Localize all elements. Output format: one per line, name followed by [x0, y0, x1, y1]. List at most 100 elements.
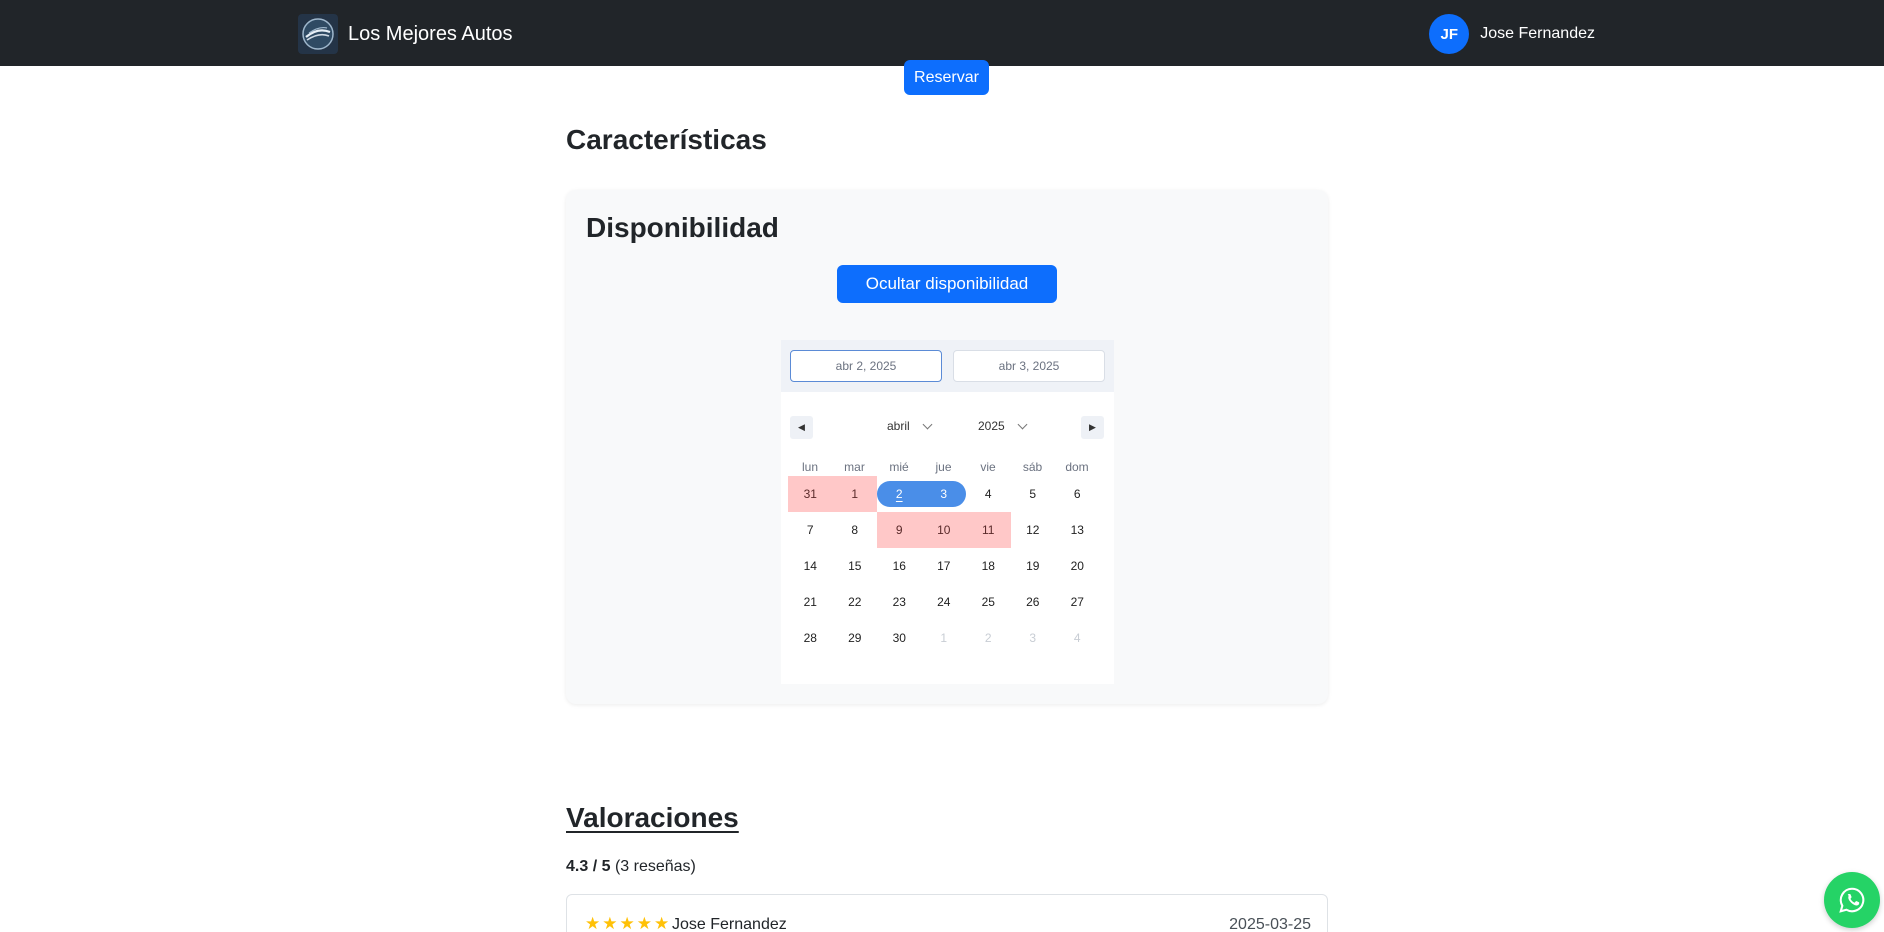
calendar-day[interactable]: 9	[877, 512, 922, 548]
calendar-day-number: 21	[803, 595, 817, 609]
calendar-day[interactable]: 28	[788, 620, 833, 656]
calendar-day-number: 22	[848, 595, 862, 609]
chevron-down-icon	[922, 419, 933, 429]
star-icon: ★	[636, 914, 652, 932]
calendar-day[interactable]: 1	[832, 476, 877, 512]
month-select[interactable]: abril	[887, 419, 933, 433]
calendar-day[interactable]: 26	[1011, 584, 1056, 620]
calendar-day: 4	[1055, 620, 1100, 656]
calendar-day[interactable]: 20	[1055, 548, 1100, 584]
calendar-day[interactable]: 22	[833, 584, 878, 620]
calendar-day[interactable]: 27	[1055, 584, 1100, 620]
calendar-day[interactable]: 8	[833, 512, 878, 548]
calendar-day-number: 20	[1070, 559, 1084, 573]
calendar-day-number: 24	[937, 595, 951, 609]
availability-heading: Disponibilidad	[586, 212, 779, 243]
review-date: 2025-03-25	[1229, 916, 1311, 932]
calendar-day-number: 10	[937, 523, 951, 537]
calendar-date-display: abr 2, 2025 abr 3, 2025	[781, 340, 1114, 392]
whatsapp-button[interactable]	[1824, 872, 1880, 928]
calendar-day-number: 31	[803, 487, 817, 501]
whatsapp-icon	[1839, 887, 1865, 913]
prev-month-button[interactable]: ◀	[790, 416, 813, 439]
calendar-day[interactable]: 16	[877, 548, 922, 584]
chevron-down-icon	[1017, 419, 1028, 429]
calendar-day[interactable]: 18	[966, 548, 1011, 584]
calendar-day: 1	[922, 620, 967, 656]
next-month-button[interactable]: ▶	[1081, 416, 1104, 439]
review-author: Jose Fernandez	[672, 916, 787, 932]
calendar-day-number: 18	[981, 559, 995, 573]
calendar-day-number: 5	[1029, 487, 1037, 501]
reviews-heading: Valoraciones	[566, 802, 739, 833]
star-icon: ★	[654, 914, 670, 932]
calendar-day[interactable]: 15	[833, 548, 878, 584]
year-select[interactable]: 2025	[978, 419, 1028, 433]
weekday-label: dom	[1065, 460, 1089, 474]
calendar-day[interactable]: 25	[966, 584, 1011, 620]
calendar-day[interactable]: 11	[966, 512, 1011, 548]
calendar-day-number: 30	[892, 631, 906, 645]
calendar-day-number: 8	[851, 523, 859, 537]
star-icon: ★	[602, 914, 618, 932]
calendar-day-number: 29	[848, 631, 862, 645]
calendar-day[interactable]: 3	[921, 481, 966, 507]
calendar-day[interactable]: 4	[966, 476, 1011, 512]
calendar-day-number: 3	[940, 487, 948, 501]
calendar-day-number: 11	[982, 523, 995, 537]
calendar-day[interactable]: 5	[1011, 476, 1056, 512]
availability-card: Disponibilidad Ocultar disponibilidad ab…	[566, 190, 1328, 704]
end-date-field[interactable]: abr 3, 2025	[953, 350, 1105, 382]
calendar-day[interactable]: 14	[788, 548, 833, 584]
avatar: JF	[1429, 14, 1470, 54]
hide-availability-button[interactable]: Ocultar disponibilidad	[837, 265, 1057, 303]
calendar-day-number: 14	[803, 559, 817, 573]
reserve-button[interactable]: Reservar	[904, 60, 989, 95]
calendar-day[interactable]: 24	[922, 584, 967, 620]
calendar-day[interactable]: 12	[1011, 512, 1056, 548]
calendar-day-number: 13	[1070, 523, 1084, 537]
year-label: 2025	[978, 419, 1005, 433]
weekday-label: mié	[889, 460, 909, 474]
calendar-day[interactable]: 13	[1055, 512, 1100, 548]
calendar-day-number: 6	[1073, 487, 1081, 501]
calendar-day[interactable]: 31	[788, 476, 833, 512]
user-menu[interactable]: JF Jose Fernandez	[1429, 14, 1595, 54]
calendar-day-number: 28	[803, 631, 817, 645]
calendar-day-number: 23	[892, 595, 906, 609]
calendar-day-number: 25	[981, 595, 995, 609]
weekday-label: jue	[935, 460, 952, 474]
calendar-day[interactable]: 6	[1055, 476, 1100, 512]
calendar-day-number: 1	[851, 487, 859, 501]
calendar-day[interactable]: 2	[877, 481, 922, 507]
calendar-day[interactable]: 23	[877, 584, 922, 620]
weekday-label: mar	[844, 460, 865, 474]
review-count: (3 reseñas)	[614, 858, 696, 875]
brand[interactable]: Los Mejores Autos	[298, 14, 513, 54]
calendar-day-number: 7	[806, 523, 814, 537]
month-label: abril	[887, 419, 910, 433]
calendar-day-number: 2	[984, 631, 992, 645]
start-date-field[interactable]: abr 2, 2025	[790, 350, 942, 382]
features-heading: Características	[566, 124, 767, 155]
calendar-day[interactable]: 17	[922, 548, 967, 584]
car-logo-icon	[298, 14, 338, 54]
calendar-day[interactable]: 19	[1011, 548, 1056, 584]
chevron-right-icon: ▶	[1089, 422, 1096, 432]
calendar-day[interactable]: 21	[788, 584, 833, 620]
star-icon: ★	[619, 914, 635, 932]
calendar-day-number: 19	[1026, 559, 1040, 573]
calendar-day-number: 4	[984, 487, 992, 501]
calendar-day-number: 2	[895, 487, 903, 501]
calendar-day-number: 15	[848, 559, 862, 573]
user-name: Jose Fernandez	[1480, 25, 1595, 42]
calendar-day[interactable]: 10	[921, 512, 966, 548]
weekday-label: lun	[801, 460, 818, 474]
calendar-day-number: 9	[895, 523, 903, 537]
calendar-day-number: 17	[937, 559, 951, 573]
calendar-day[interactable]: 30	[877, 620, 922, 656]
weekday-label: sáb	[1022, 460, 1043, 474]
navbar: Los Mejores Autos JF Jose Fernandez	[0, 0, 1884, 66]
calendar-day[interactable]: 29	[833, 620, 878, 656]
calendar-day[interactable]: 7	[788, 512, 833, 548]
